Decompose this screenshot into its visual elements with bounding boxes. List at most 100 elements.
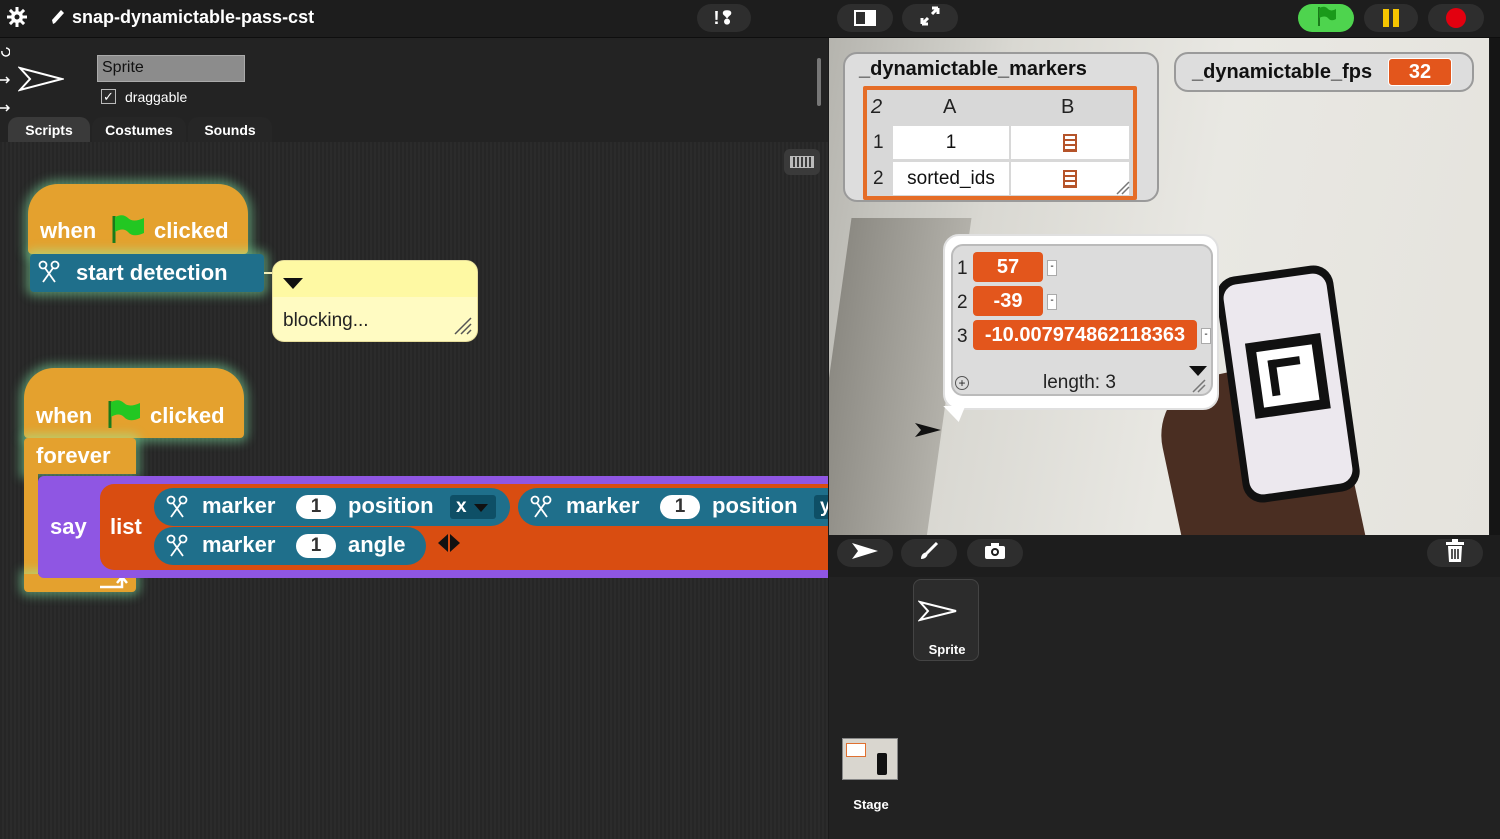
delete-item-button[interactable]: - (1047, 260, 1057, 276)
speech-bubble: 1 57 - 2 -39 - 3 -10.007974862118363 - +… (943, 234, 1219, 410)
position-label: position (712, 493, 798, 518)
tab-sounds[interactable]: Sounds (188, 117, 272, 142)
stop-button[interactable] (1428, 4, 1484, 32)
list-item[interactable]: -10.007974862118363 (973, 320, 1197, 350)
sprite-costume-icon (16, 66, 66, 92)
gear-icon[interactable] (6, 6, 28, 28)
paint-new-sprite-button[interactable] (901, 539, 957, 567)
axis-dropdown[interactable]: y (814, 495, 828, 519)
unused-blocks-button[interactable]: !❢ (697, 4, 751, 32)
arrow-right-icon[interactable] (450, 534, 460, 552)
resize-handle-icon[interactable] (453, 316, 473, 341)
clicked-label: clicked (150, 403, 225, 428)
list-watcher[interactable]: 1 57 - 2 -39 - 3 -10.007974862118363 - +… (951, 244, 1213, 396)
add-turtle-sprite-button[interactable] (837, 539, 893, 567)
add-item-icon[interactable]: + (955, 376, 969, 390)
green-flag-icon (110, 214, 146, 250)
green-flag-button[interactable] (1298, 4, 1354, 32)
project-title[interactable]: snap-dynamictable-pass-cst (72, 7, 314, 28)
when-flag-clicked-hat[interactable]: when clicked (28, 184, 248, 254)
dropdown-arrow-icon (474, 504, 488, 512)
draggable-label: draggable (125, 89, 188, 105)
axis-dropdown[interactable]: x (450, 495, 496, 519)
angle-label: angle (348, 532, 406, 557)
comment-title-bar[interactable] (273, 261, 477, 297)
arrow-left-icon[interactable] (438, 534, 448, 552)
list-index: 3 (957, 326, 968, 347)
stop-icon (1446, 8, 1466, 28)
marker-id-slot[interactable]: 1 (660, 495, 700, 519)
when-label: when (36, 403, 93, 428)
marker-label: marker (566, 493, 640, 518)
marker-position-y-reporter[interactable]: marker 1 position y (518, 488, 828, 526)
stage-size-button[interactable] (837, 4, 893, 32)
list-item[interactable]: -39 (973, 286, 1043, 316)
marker-position-x-reporter[interactable]: marker 1 position x (154, 488, 510, 526)
column-header-b[interactable]: B (1061, 96, 1074, 119)
forever-block[interactable]: forever (24, 438, 136, 474)
arrow-icon (851, 542, 879, 565)
stage-size-icon (854, 10, 876, 26)
stage-scrollbar[interactable] (1490, 38, 1500, 535)
marker-label: marker (202, 493, 276, 518)
sprite-thumbnail-label: Sprite (928, 642, 966, 657)
tab-costumes[interactable]: Costumes (92, 117, 186, 142)
stage-thumbnail[interactable] (842, 738, 898, 780)
pause-button[interactable] (1364, 4, 1418, 32)
corner-resize-handle[interactable] (817, 58, 821, 106)
resize-handle-icon[interactable] (1115, 180, 1131, 201)
corral-toolbar (829, 535, 1500, 577)
stage[interactable]: _dynamictable_markers 2 A B 1 1 2 sorted… (829, 38, 1489, 535)
when-flag-clicked-hat-2[interactable]: when clicked (24, 368, 244, 438)
marker-angle-reporter[interactable]: marker 1 angle (154, 527, 426, 565)
position-label: position (348, 493, 434, 518)
trash-button[interactable] (1427, 538, 1483, 567)
fullscreen-button[interactable] (902, 4, 958, 32)
list-menu-arrow-icon[interactable] (1189, 366, 1207, 376)
delete-item-button[interactable]: - (1201, 328, 1211, 344)
scissors-icon (38, 260, 60, 290)
sprite-corral: Sprite Stage (829, 577, 1500, 839)
scissors-icon (166, 495, 188, 525)
sprite-thumbnail[interactable]: Sprite (913, 579, 979, 661)
pause-icon (1383, 9, 1399, 27)
forever-c-arm (24, 474, 38, 574)
green-flag-icon (1315, 5, 1337, 32)
table-cell[interactable] (1011, 162, 1129, 195)
markers-table-watcher[interactable]: _dynamictable_markers 2 A B 1 1 2 sorted… (843, 52, 1159, 202)
delete-item-button[interactable]: - (1047, 294, 1057, 310)
marker-id-slot[interactable]: 1 (296, 534, 336, 558)
table-view[interactable]: 2 A B 1 1 2 sorted_ids (863, 86, 1137, 200)
keyboard-icon (790, 156, 814, 168)
sprite-name-field[interactable]: Sprite (97, 55, 245, 82)
start-detection-block[interactable]: start detection (30, 254, 264, 292)
tab-scripts[interactable]: Scripts (8, 117, 90, 142)
watcher-label: _dynamictable_markers (859, 58, 1087, 80)
table-cell[interactable]: 1 (893, 126, 1009, 159)
sprite-arrow-icon[interactable] (914, 422, 942, 443)
marker-id-slot[interactable]: 1 (296, 495, 336, 519)
camera-sprite-button[interactable] (967, 539, 1023, 567)
collapse-arrow-icon[interactable] (283, 278, 303, 289)
list-item[interactable]: 57 (973, 252, 1043, 282)
keyboard-entry-button[interactable] (784, 149, 820, 175)
camera-icon (984, 542, 1006, 565)
list-icon (1063, 133, 1077, 152)
column-header-a[interactable]: A (943, 96, 956, 119)
stage-label: Stage (853, 797, 889, 812)
list-icon (1063, 169, 1077, 188)
table-cell[interactable]: sorted_ids (893, 162, 1009, 195)
scripts-area[interactable]: when clicked start detection blocking...… (0, 142, 828, 839)
rotation-style-buttons[interactable] (0, 45, 11, 115)
pencil-icon (50, 8, 66, 26)
comment-text[interactable]: blocking... (283, 310, 369, 332)
comment-box[interactable]: blocking... (272, 260, 478, 342)
footprints-icon: !❢ (713, 7, 735, 28)
resize-handle-icon[interactable] (1191, 378, 1207, 399)
table-cell[interactable] (1011, 126, 1129, 159)
row-index: 1 (873, 132, 884, 153)
axis-dropdown-value: x (456, 496, 467, 517)
fps-watcher[interactable]: _dynamictable_fps 32 (1174, 52, 1474, 92)
fullscreen-icon (920, 6, 940, 31)
draggable-checkbox[interactable]: ✓ (101, 89, 116, 104)
